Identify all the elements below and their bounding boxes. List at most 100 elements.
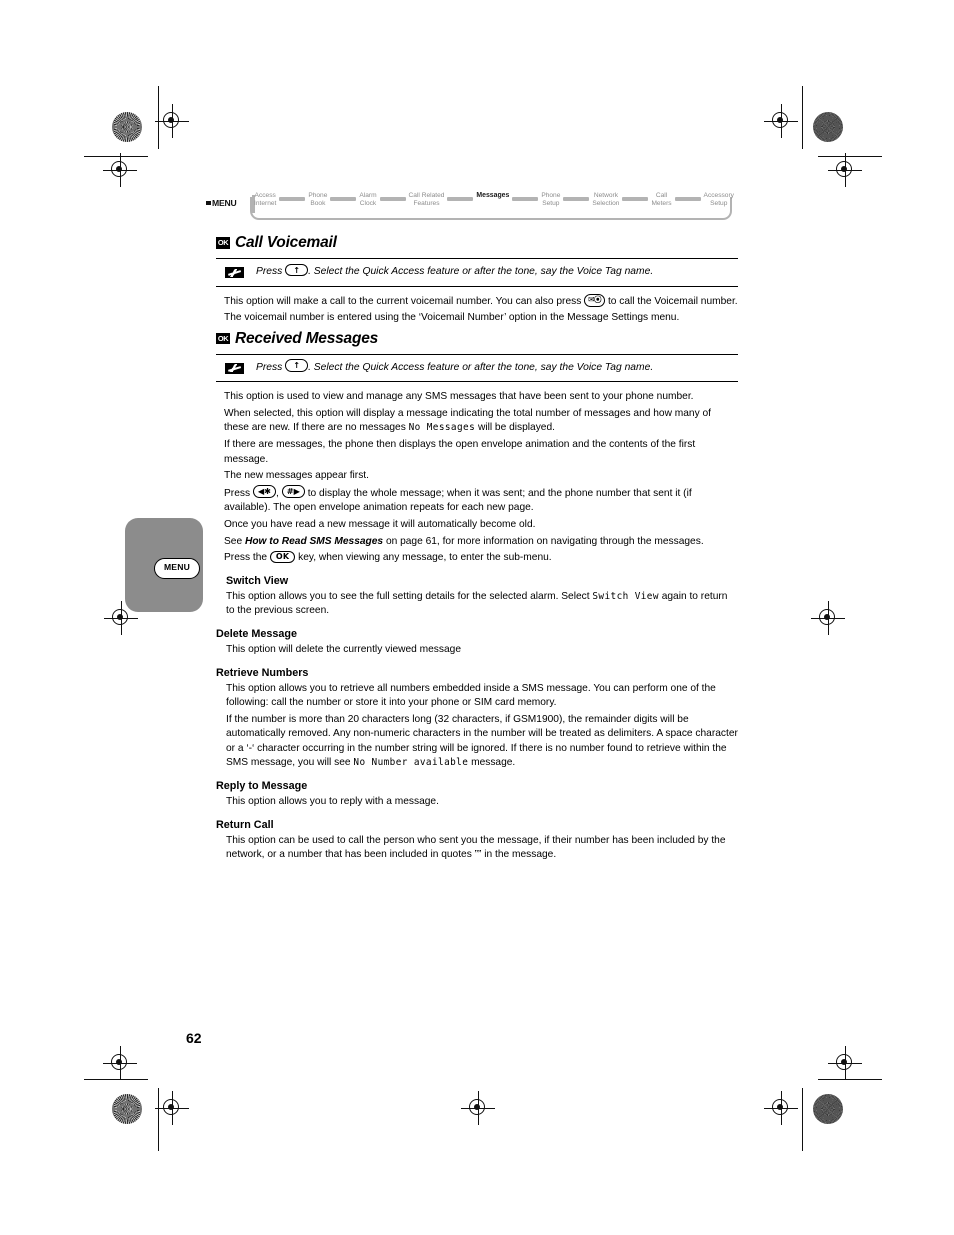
registration-mark-bottom-left-inner: [155, 1091, 189, 1125]
body-paragraph: When selected, this option will display …: [224, 407, 712, 434]
menu-map-item-line2: Meters: [651, 200, 672, 207]
menu-map-item-line1: Accessory: [703, 192, 734, 199]
menu-map-item[interactable]: Access Internet: [254, 190, 276, 208]
subsection-heading: Reply to Message: [216, 780, 308, 793]
crop-line-bottom-right-horizontal: [818, 1079, 882, 1081]
body-paragraph: If the number is more than 20 characters…: [226, 713, 738, 769]
menu-map-connector: [279, 197, 306, 201]
voice-tag-icon: [225, 362, 244, 374]
ok-badge-icon: OK: [216, 332, 230, 345]
menu-map-item[interactable]: Call Meters: [651, 190, 671, 208]
section-heading-text: Received Messages: [235, 329, 379, 347]
registration-mark-right-middle: [811, 601, 845, 635]
up-arrow-key-icon: ↑: [285, 263, 309, 276]
section-heading-text: Call Voicemail: [235, 234, 337, 251]
menu-map-item[interactable]: Accessory Setup: [704, 190, 734, 208]
menu-map-item-line1: Messages: [476, 192, 510, 199]
page-number: 62: [186, 1030, 202, 1046]
menu-map-item-line1: Call Related: [408, 192, 445, 199]
body-paragraph: This option allows you to see the full s…: [226, 590, 728, 617]
menu-map-items: Access Internet Phone Book Alarm Clock Call Re…: [254, 190, 734, 208]
body-paragraph: Once you have read a new message it will…: [224, 518, 536, 530]
subsection-heading: Return Call: [216, 818, 274, 831]
section-heading: OK Call Voicemail: [216, 234, 738, 252]
menu-map-label: MENU: [212, 198, 237, 208]
registration-mark-top-right-outer: [828, 153, 862, 187]
page-content: MENU Access Internet Phone Book Alarm Clock Ca…: [206, 190, 738, 865]
menu-map-item-line2: Clock: [359, 200, 377, 207]
body-paragraph: This option will make a call to the curr…: [224, 294, 738, 307]
voice-tag-note-text: Press ↑. Select the Quick Access feature…: [256, 359, 654, 373]
body-paragraph: This option allows you to reply with a m…: [226, 796, 439, 808]
menu-map-item-line2: Setup: [542, 200, 560, 207]
menu-map-breadcrumb: MENU Access Internet Phone Book Alarm Clock Ca…: [206, 190, 738, 230]
menu-map-item-line2: Features: [413, 200, 440, 207]
body-paragraph: The new messages appear first.: [224, 470, 369, 482]
print-density-disc-top-left: [112, 112, 142, 142]
menu-map-item[interactable]: Phone Book: [308, 190, 327, 208]
menu-map-connector: [330, 197, 357, 201]
menu-bullet-icon: [206, 201, 211, 205]
body-paragraph: Press ◀✱, #▶ to display the whole messag…: [224, 485, 692, 514]
menu-map-item[interactable]: Network Selection: [592, 190, 619, 208]
section-heading: OK Received Messages: [216, 330, 738, 348]
menu-map-item[interactable]: Alarm Clock: [359, 190, 376, 208]
body-paragraph: If there are messages, the phone then di…: [224, 438, 696, 465]
print-density-disc-bottom-left: [112, 1094, 142, 1124]
menu-map-item-line1: Alarm: [359, 192, 377, 199]
registration-mark-top-left-outer: [103, 153, 137, 187]
menu-map-item-line1: Call: [655, 192, 668, 199]
menu-map-item[interactable]: Phone Setup: [541, 190, 560, 208]
body-paragraph: This option can be used to call the pers…: [226, 834, 726, 861]
cross-reference[interactable]: How to Read SMS Messages: [245, 536, 383, 547]
body-paragraph: See How to Read SMS Messages on page 61,…: [224, 535, 704, 547]
menu-map-item[interactable]: Call Related Features: [409, 190, 445, 208]
registration-mark-top-right-inner: [764, 104, 798, 138]
menu-map-connector: [379, 197, 406, 201]
lcd-text: Switch View: [592, 590, 659, 602]
subsection-heading: Delete Message: [216, 627, 298, 640]
ok-badge-icon: OK: [216, 237, 230, 249]
subsection-heading: Switch View: [226, 574, 289, 587]
menu-key-button[interactable]: MENU: [154, 558, 200, 579]
menu-map-connector: [563, 197, 590, 201]
menu-map-connector: [674, 197, 701, 201]
body-paragraph: Press the OK key, when viewing any messa…: [224, 550, 552, 564]
crop-line-top-right-vertical: [802, 86, 804, 149]
lcd-text: No Messages: [408, 422, 476, 434]
menu-map-connector: [622, 197, 649, 201]
menu-map-item-line2: Setup: [710, 200, 728, 207]
menu-map-item-line1: Phone: [308, 192, 328, 199]
envelope-key-icon: ✉⦿: [584, 294, 606, 307]
menu-map-item-line2: Book: [310, 200, 326, 207]
hash-key-icon: #▶: [281, 485, 305, 498]
ok-key-icon: OK: [269, 550, 296, 564]
menu-map-item-line2: Internet: [254, 200, 277, 207]
menu-map-item-line1: Access: [254, 192, 276, 199]
print-density-disc-top-right: [813, 112, 843, 142]
body-paragraph: This option allows you to retrieve all n…: [226, 682, 716, 709]
star-key-icon: ◀✱: [252, 485, 277, 498]
subsection-heading: Retrieve Numbers: [216, 666, 309, 679]
menu-tab-graphic: MENU: [125, 518, 203, 612]
manual-sections: OK Call Voicemail Press ↑. Select the Quic…: [216, 234, 738, 863]
up-arrow-key-icon: ↑: [285, 359, 309, 372]
registration-mark-bottom-center: [461, 1091, 495, 1125]
registration-mark-bottom-right-outer: [828, 1046, 862, 1080]
menu-map-connector: [447, 197, 474, 201]
menu-map-item-line1: Network: [593, 192, 618, 199]
crop-line-bottom-right-vertical: [802, 1088, 804, 1151]
registration-mark-bottom-right-inner: [764, 1091, 798, 1125]
voice-tag-note-box: Press ↑. Select the Quick Access feature…: [216, 258, 738, 287]
body-paragraph: This option will delete the currently vi…: [226, 643, 461, 655]
menu-map-item-line2: Selection: [592, 200, 620, 207]
registration-mark-bottom-left-outer: [103, 1046, 137, 1080]
body-paragraph: This option is used to view and manage a…: [224, 391, 694, 403]
menu-map-connector: [512, 197, 539, 201]
registration-mark-top-left-inner: [155, 104, 189, 138]
crop-line-bottom-left-horizontal: [84, 1079, 148, 1081]
print-density-disc-bottom-right: [813, 1094, 843, 1124]
menu-map-item[interactable]: Messages: [476, 190, 509, 200]
voice-tag-note-box: Press ↑. Select the Quick Access feature…: [216, 353, 738, 383]
voice-tag-note-text: Press ↑. Select the Quick Access feature…: [256, 263, 654, 277]
